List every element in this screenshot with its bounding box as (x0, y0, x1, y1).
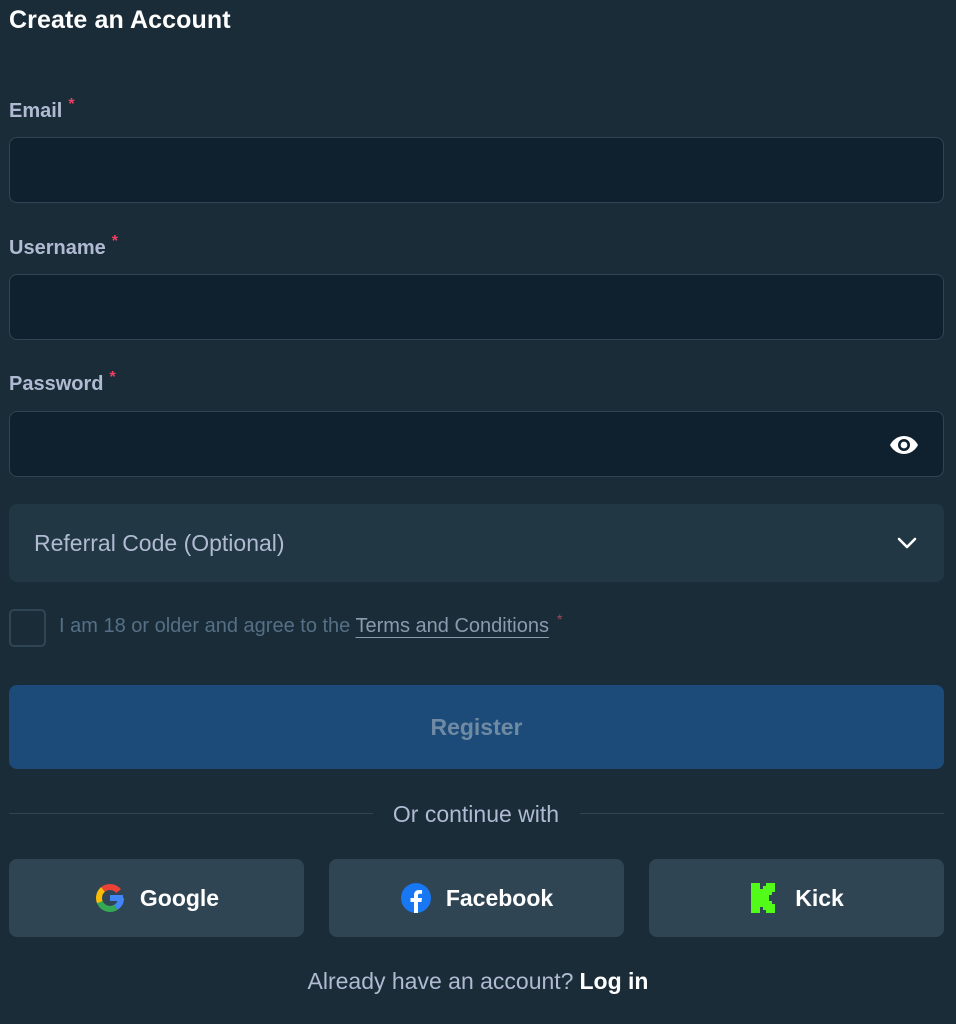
referral-code-toggle[interactable]: Referral Code (Optional) (9, 504, 944, 582)
facebook-icon (400, 882, 432, 914)
login-prompt: Already have an account? Log in (307, 968, 649, 994)
username-field[interactable] (9, 274, 944, 340)
eye-icon[interactable] (886, 430, 922, 460)
required-marker: * (111, 233, 118, 250)
agreement-text: I am 18 or older and agree to the Terms … (59, 611, 563, 637)
password-field[interactable] (9, 411, 944, 477)
required-marker: * (109, 369, 116, 386)
kick-label: Kick (795, 884, 844, 911)
kick-login-button[interactable]: Kick (649, 859, 944, 937)
google-login-button[interactable]: Google (9, 859, 304, 937)
referral-code-label: Referral Code (Optional) (34, 529, 285, 556)
divider-line-right (580, 813, 944, 814)
google-icon (94, 882, 126, 914)
google-label: Google (139, 884, 220, 911)
register-form: Create an Account Email * Username * Passw… (0, 0, 956, 1024)
required-marker: * (68, 96, 75, 113)
kick-icon (749, 882, 781, 914)
divider-text: Or continue with (392, 801, 560, 827)
password-label: Password * (9, 369, 116, 395)
email-field[interactable] (9, 137, 944, 203)
username-label: Username * (9, 233, 118, 259)
terms-link[interactable]: Terms and Conditions (356, 615, 549, 637)
facebook-login-button[interactable]: Facebook (329, 859, 624, 937)
register-button[interactable]: Register (9, 685, 944, 769)
facebook-label: Facebook (445, 884, 554, 911)
page-title: Create an Account (9, 6, 231, 34)
email-label: Email * (9, 96, 75, 122)
chevron-down-icon (895, 531, 919, 555)
divider-line-left (9, 813, 373, 814)
login-link[interactable]: Log in (579, 968, 648, 994)
required-marker: * (556, 611, 563, 627)
age-terms-checkbox[interactable] (9, 609, 46, 647)
